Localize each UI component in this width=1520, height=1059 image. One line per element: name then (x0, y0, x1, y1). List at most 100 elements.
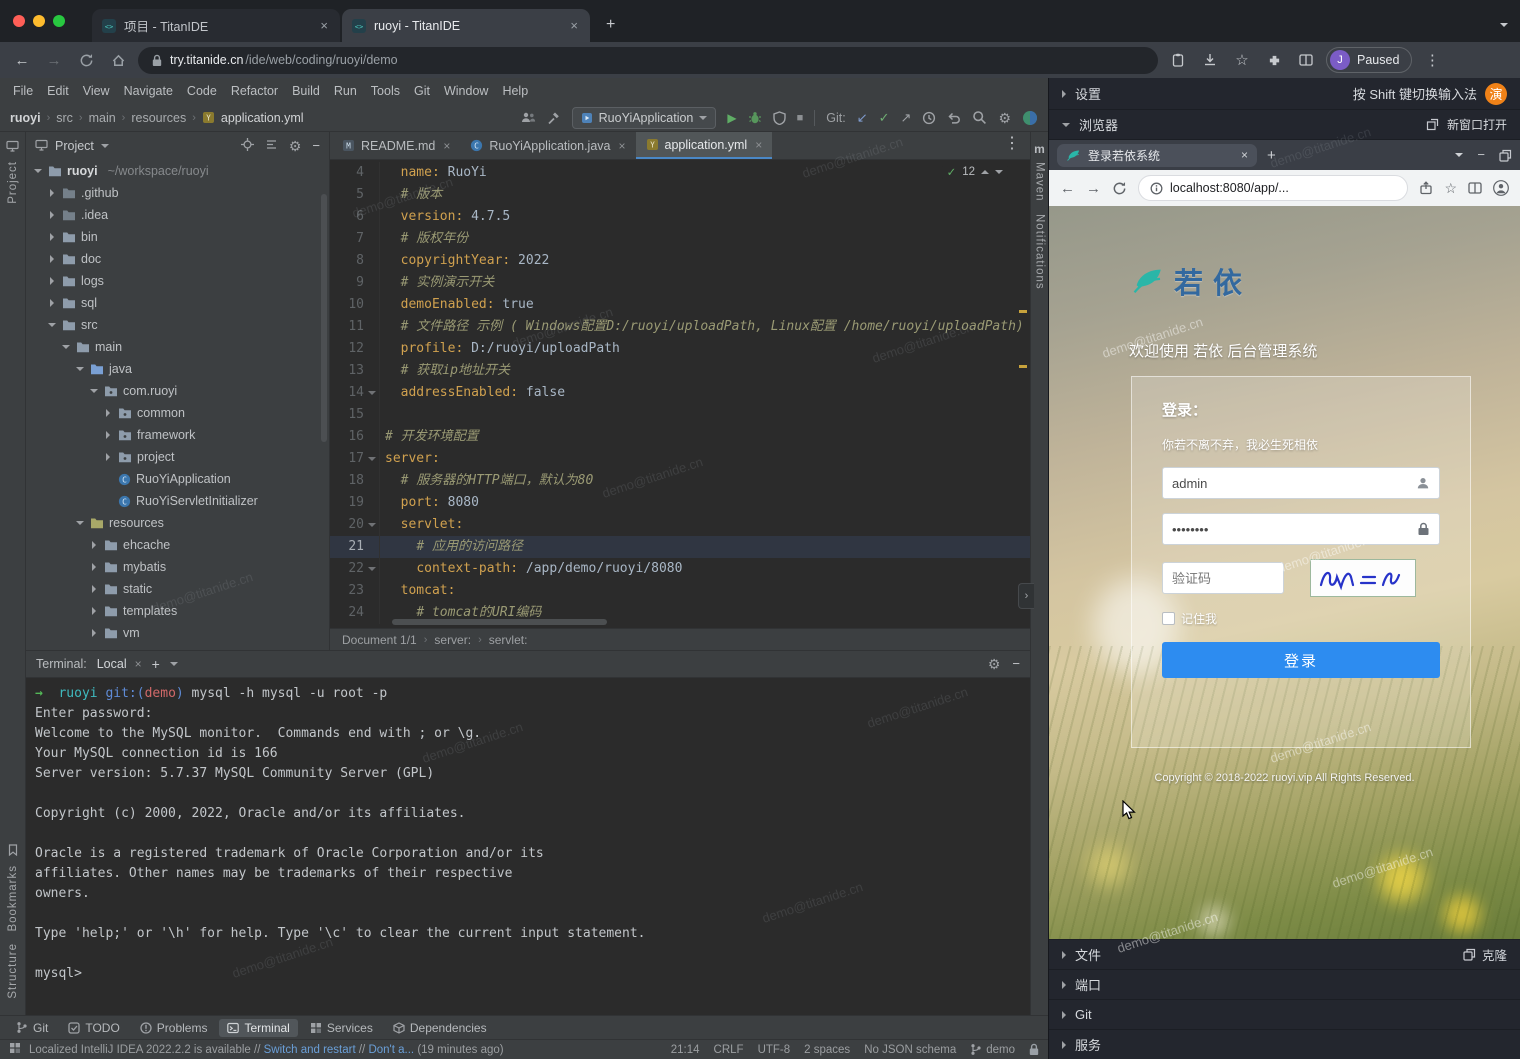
chevron-down-icon[interactable] (60, 345, 71, 349)
status-item[interactable]: No JSON schema (864, 1044, 956, 1056)
git-commit-button[interactable]: ✓ (879, 110, 890, 126)
tree-item[interactable]: CRuoYiServletInitializer (26, 490, 329, 512)
locate-file-icon[interactable] (241, 138, 254, 154)
tree-item[interactable]: templates (26, 600, 329, 622)
back-icon[interactable]: ← (10, 48, 34, 72)
close-icon[interactable]: × (568, 18, 580, 33)
code-line[interactable]: 14 addressEnabled: false (330, 382, 1030, 404)
status-item[interactable]: UTF-8 (758, 1044, 791, 1056)
tree-scrollbar[interactable] (321, 194, 327, 442)
breadcrumb-item[interactable]: src (56, 111, 73, 125)
section-row-1[interactable]: 文件克隆 (1049, 939, 1520, 969)
run-configuration-select[interactable]: RuoYiApplication (572, 107, 717, 129)
maven-m-icon[interactable]: m (1034, 142, 1045, 156)
fold-icon[interactable] (364, 382, 379, 404)
doc-breadcrumb-item[interactable]: server: (434, 633, 471, 647)
git-branch-widget[interactable]: demo (970, 1043, 1015, 1056)
new-tab-button[interactable]: + (598, 16, 623, 34)
stripe-bookmarks-label[interactable]: Bookmarks (7, 865, 19, 932)
browser-tab-active[interactable]: <> ruoyi - TitanIDE × (342, 9, 590, 42)
section-row-3[interactable]: Git (1049, 999, 1520, 1029)
coverage-button[interactable] (773, 111, 786, 125)
close-icon[interactable]: × (1241, 148, 1248, 162)
ime-badge[interactable]: 演 (1485, 83, 1507, 105)
code-line[interactable]: 22 context-path: /app/demo/ruoyi/8080 (330, 558, 1030, 580)
warning-stripe-mark[interactable] (1019, 365, 1027, 368)
code-line[interactable]: 10 demoEnabled: true (330, 294, 1030, 316)
home-icon[interactable] (106, 48, 130, 72)
forward-icon[interactable]: → (42, 48, 66, 72)
embedded-tab[interactable]: 登录若依系统 × (1057, 144, 1257, 167)
code-line[interactable]: 13 # 获取ip地址开关 (330, 360, 1030, 382)
fold-icon[interactable] (364, 514, 379, 536)
code-line[interactable]: 19 port: 8080 (330, 492, 1030, 514)
open-new-window-icon[interactable] (1426, 118, 1439, 131)
horizontal-scrollbar[interactable] (392, 619, 607, 625)
settings-gear-icon[interactable]: ⚙ (998, 111, 1011, 125)
close-icon[interactable]: × (135, 657, 142, 671)
prev-problem-icon[interactable] (981, 170, 989, 174)
chevron-down-icon[interactable] (74, 521, 85, 525)
terminal-dropdown-icon[interactable] (170, 662, 178, 666)
split-view-icon[interactable] (1294, 48, 1318, 72)
tree-item[interactable]: mybatis (26, 556, 329, 578)
tree-item[interactable]: ruoyi~/workspace/ruoyi (26, 160, 329, 182)
tree-item[interactable]: main (26, 336, 329, 358)
terminal-output[interactable]: → ruoyi git:(demo) mysql -h mysql -u roo… (26, 678, 1030, 1015)
code-line[interactable]: 20 servlet: (330, 514, 1030, 536)
tree-item[interactable]: .idea (26, 204, 329, 226)
embedded-address-bar[interactable]: localhost:8080/app/... (1138, 175, 1408, 201)
warning-stripe-mark[interactable] (1019, 310, 1027, 313)
menu-item-tools[interactable]: Tools (364, 82, 407, 100)
status-item[interactable]: CRLF (714, 1044, 744, 1056)
tree-item[interactable]: common (26, 402, 329, 424)
tree-item[interactable]: ehcache (26, 534, 329, 556)
close-icon[interactable]: × (755, 138, 762, 152)
chevron-right-icon[interactable] (46, 277, 57, 285)
minimize-window-button[interactable] (33, 15, 45, 27)
editor-tab[interactable]: Yapplication.yml× (636, 132, 773, 159)
tree-item[interactable]: src (26, 314, 329, 336)
code-line[interactable]: 18 # 服务器的HTTP端口，默认为80 (330, 470, 1030, 492)
minimize-browser-icon[interactable]: − (1477, 146, 1485, 164)
tree-item[interactable]: CRuoYiApplication (26, 468, 329, 490)
clipboard-icon[interactable] (1166, 48, 1190, 72)
project-panel-title[interactable]: Project (55, 139, 94, 153)
hide-panel-icon[interactable]: − (312, 139, 320, 153)
chevron-right-icon[interactable] (102, 453, 113, 461)
bookmark-icon[interactable] (8, 844, 18, 859)
terminal-settings-gear-icon[interactable]: ⚙ (988, 657, 1001, 672)
editor-tab[interactable]: MREADME.md× (332, 132, 460, 159)
username-field[interactable] (1172, 476, 1410, 491)
toolwindows-grid-icon[interactable] (9, 1042, 21, 1057)
code-line[interactable]: 6 version: 4.7.5 (330, 206, 1030, 228)
history-button[interactable] (922, 111, 936, 125)
tree-item[interactable]: bin (26, 226, 329, 248)
git-push-button[interactable]: ↗ (901, 110, 912, 126)
extensions-puzzle-icon[interactable] (1262, 48, 1286, 72)
panel-settings-gear-icon[interactable]: ⚙ (289, 139, 302, 154)
reader-mode-icon[interactable] (1468, 181, 1482, 195)
toolwindow-tab-problems[interactable]: Problems (132, 1019, 216, 1037)
close-icon[interactable]: × (443, 139, 450, 153)
section-row-2[interactable]: 端口 (1049, 969, 1520, 999)
chevron-right-icon[interactable] (102, 409, 113, 417)
chevron-right-icon[interactable] (88, 607, 99, 615)
chevron-down-icon[interactable] (32, 169, 43, 173)
tree-item[interactable]: java (26, 358, 329, 380)
password-field[interactable] (1172, 522, 1411, 537)
toolwindow-tab-dependencies[interactable]: Dependencies (385, 1019, 495, 1037)
close-window-button[interactable] (13, 15, 25, 27)
inspection-widget[interactable]: ✓ 12 (942, 164, 1008, 180)
chevron-down-icon[interactable] (88, 389, 99, 393)
code-line[interactable]: 9 # 实例演示开关 (330, 272, 1030, 294)
menu-item-code[interactable]: Code (180, 82, 224, 100)
tree-item[interactable]: vm (26, 622, 329, 644)
reload-icon[interactable] (74, 48, 98, 72)
section-row-4[interactable]: 服务 (1049, 1029, 1520, 1059)
tree-item[interactable]: .github (26, 182, 329, 204)
stop-button[interactable]: ■ (797, 112, 804, 124)
status-item[interactable]: 2 spaces (804, 1044, 850, 1056)
chevron-right-icon[interactable] (88, 629, 99, 637)
tree-item[interactable]: sql (26, 292, 329, 314)
